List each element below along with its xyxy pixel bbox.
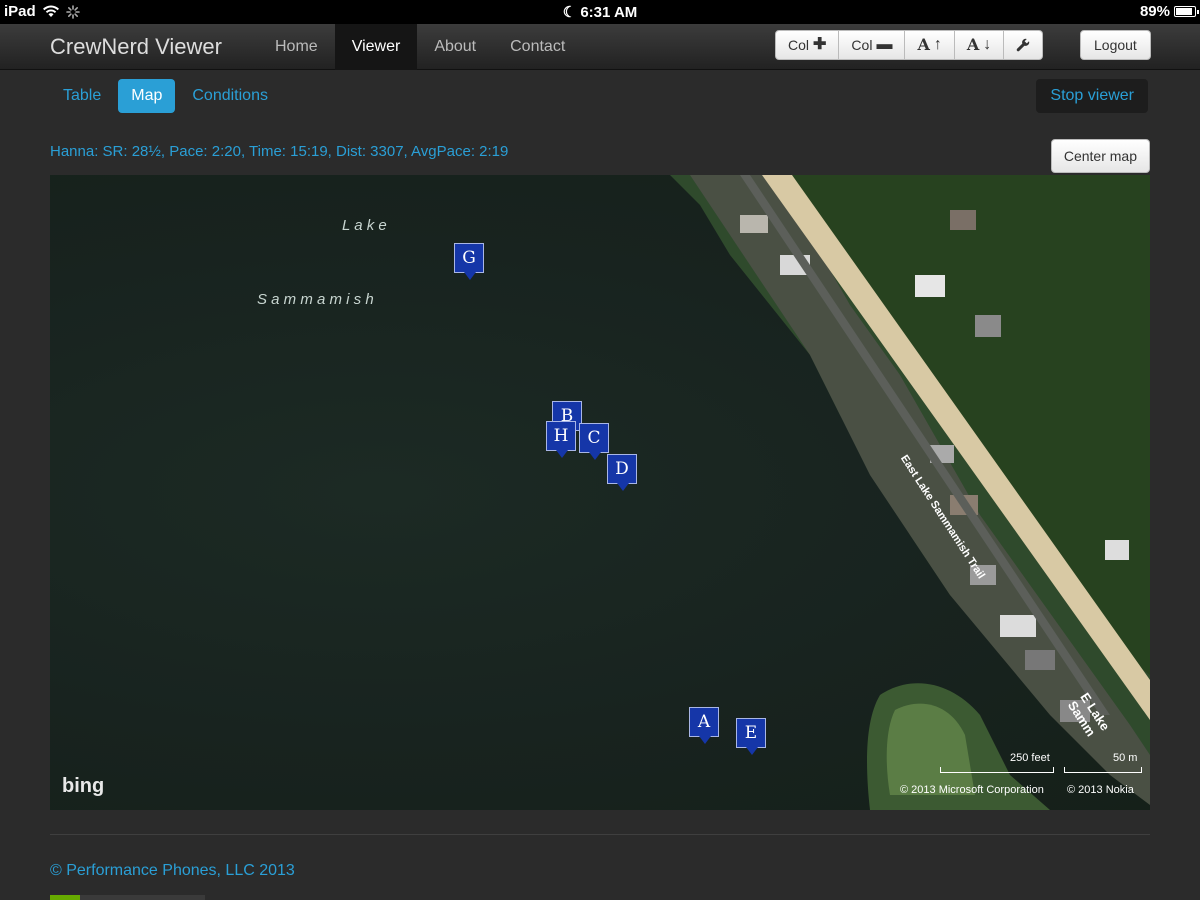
shoreline-satellite: [670, 175, 1150, 810]
map-marker-c[interactable]: C: [579, 423, 609, 460]
footer-badge: [50, 895, 205, 900]
center-map-button[interactable]: Center map: [1050, 139, 1150, 173]
map-view[interactable]: L a k e S a m m a m i s h East Lake Samm…: [50, 175, 1150, 810]
arrow-down-icon: ↓: [983, 36, 992, 53]
map-marker-h[interactable]: H: [546, 421, 576, 458]
remove-column-label: Col: [851, 37, 873, 53]
lake-label-line2: S a m m a m i s h: [257, 291, 374, 308]
font-decrease-label: A: [966, 35, 980, 54]
add-column-label: Col: [788, 37, 810, 53]
moon-icon: ☾: [562, 4, 577, 21]
scale-meters-label: 50 m: [1113, 752, 1138, 764]
tab-table[interactable]: Table: [50, 79, 114, 113]
logout-button[interactable]: Logout: [1080, 30, 1151, 60]
clock: 6:31 AM: [580, 4, 638, 21]
scale-bar-meters: [1064, 767, 1142, 773]
tab-conditions[interactable]: Conditions: [179, 79, 281, 113]
minus-icon: ▬: [876, 36, 893, 53]
divider: [50, 834, 1150, 835]
ios-status-bar: iPad ☾ 6:31 AM 89%: [0, 0, 1200, 24]
scale-feet-label: 250 feet: [1010, 752, 1050, 764]
scale-bar-feet: [940, 767, 1054, 773]
rower-stats: Hanna: SR: 28½, Pace: 2:20, Time: 15:19,…: [50, 143, 509, 160]
remove-column-button[interactable]: Col ▬: [839, 30, 906, 60]
arrow-up-icon: ↑: [933, 36, 942, 53]
plus-icon: ✚: [813, 36, 827, 53]
font-increase-label: A: [917, 35, 930, 54]
copyright-nokia: © 2013 Nokia: [1067, 784, 1134, 796]
brand[interactable]: CrewNerd Viewer: [50, 34, 222, 60]
footer-copyright: © Performance Phones, LLC 2013: [50, 862, 295, 879]
settings-button[interactable]: [1004, 30, 1044, 60]
view-tabs: Table Map Conditions: [50, 79, 281, 113]
nav-viewer[interactable]: Viewer: [334, 24, 418, 70]
battery-percent: 89%: [1139, 3, 1170, 20]
nav-home[interactable]: Home: [258, 24, 335, 70]
copyright-microsoft: © 2013 Microsoft Corporation: [900, 784, 1044, 796]
column-font-toolbar: Col ✚ Col ▬ A ↑ A ↓: [775, 30, 1044, 60]
nav-about[interactable]: About: [417, 24, 493, 70]
footer-badge-accent: [50, 895, 80, 900]
lake-label-line1: L a k e: [342, 217, 387, 234]
nav-links: Home Viewer About Contact: [258, 24, 582, 70]
font-decrease-button[interactable]: A ↓: [954, 30, 1005, 60]
tab-map[interactable]: Map: [118, 79, 176, 113]
battery-icon: [1174, 6, 1199, 17]
map-marker-a[interactable]: A: [689, 707, 719, 744]
bing-logo: bing: [62, 775, 105, 797]
nav-contact[interactable]: Contact: [493, 24, 582, 70]
map-marker-g[interactable]: G: [454, 243, 484, 280]
font-increase-button[interactable]: A ↑: [905, 30, 955, 60]
map-marker-e[interactable]: E: [736, 718, 766, 755]
top-navbar: CrewNerd Viewer Home Viewer About Contac…: [0, 24, 1200, 70]
add-column-button[interactable]: Col ✚: [775, 30, 840, 60]
stop-viewer-button[interactable]: Stop viewer: [1036, 79, 1148, 113]
wrench-icon: [1016, 38, 1030, 52]
map-marker-d[interactable]: D: [607, 454, 637, 491]
